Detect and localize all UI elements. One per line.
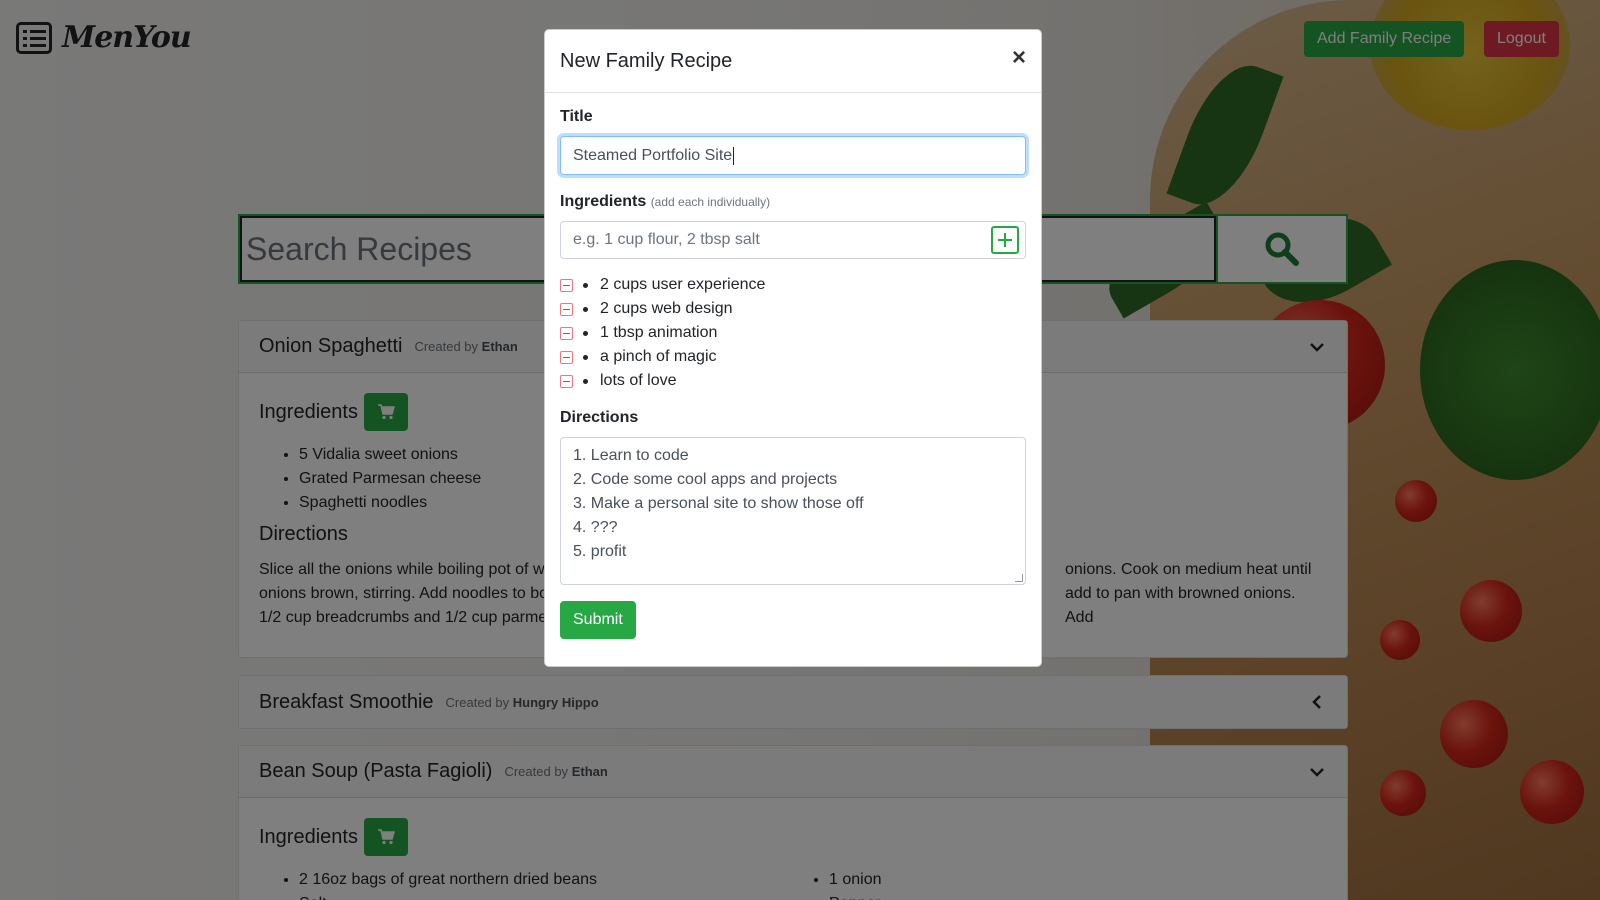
- close-icon[interactable]: ×: [1012, 46, 1026, 70]
- list-item: lots of love: [560, 369, 1026, 393]
- list-item: 2 cups web design: [560, 297, 1026, 321]
- directions-label: Directions: [560, 409, 639, 426]
- new-recipe-modal: New Family Recipe × Title Steamed Portfo…: [544, 29, 1042, 667]
- add-ingredient-icon[interactable]: [991, 226, 1019, 254]
- ingredients-label: Ingredients (add each individually): [560, 193, 771, 210]
- modal-header: New Family Recipe ×: [545, 30, 1041, 93]
- bullet: [583, 378, 588, 384]
- resize-handle[interactable]: [1015, 574, 1023, 582]
- ingredient-input[interactable]: e.g. 1 cup flour, 2 tbsp salt: [560, 221, 1026, 259]
- title-label: Title: [560, 108, 593, 125]
- bullet: [583, 330, 588, 336]
- remove-ingredient-icon[interactable]: [560, 278, 573, 292]
- list-item: a pinch of magic: [560, 345, 1026, 369]
- bullet: [583, 282, 588, 288]
- list-item: 1 tbsp animation: [560, 321, 1026, 345]
- title-input-value: Steamed Portfolio Site: [573, 146, 733, 164]
- submit-button[interactable]: Submit: [560, 601, 636, 639]
- ingredient-input-placeholder: e.g. 1 cup flour, 2 tbsp salt: [573, 231, 760, 248]
- bullet: [583, 306, 588, 312]
- remove-ingredient-icon[interactable]: [560, 374, 573, 388]
- modal-title: New Family Recipe: [560, 49, 733, 72]
- list-item: 2 cups user experience: [560, 273, 1026, 297]
- remove-ingredient-icon[interactable]: [560, 302, 573, 316]
- modal-ingredient-list: 2 cups user experience 2 cups web design…: [560, 273, 1026, 393]
- remove-ingredient-icon[interactable]: [560, 350, 573, 364]
- remove-ingredient-icon[interactable]: [560, 326, 573, 340]
- directions-textarea[interactable]: 1. Learn to code 2. Code some cool apps …: [560, 437, 1026, 585]
- text-caret: [733, 146, 735, 165]
- ingredients-hint: (add each individually): [650, 195, 771, 209]
- title-input[interactable]: Steamed Portfolio Site: [560, 136, 1026, 175]
- bullet: [583, 354, 588, 360]
